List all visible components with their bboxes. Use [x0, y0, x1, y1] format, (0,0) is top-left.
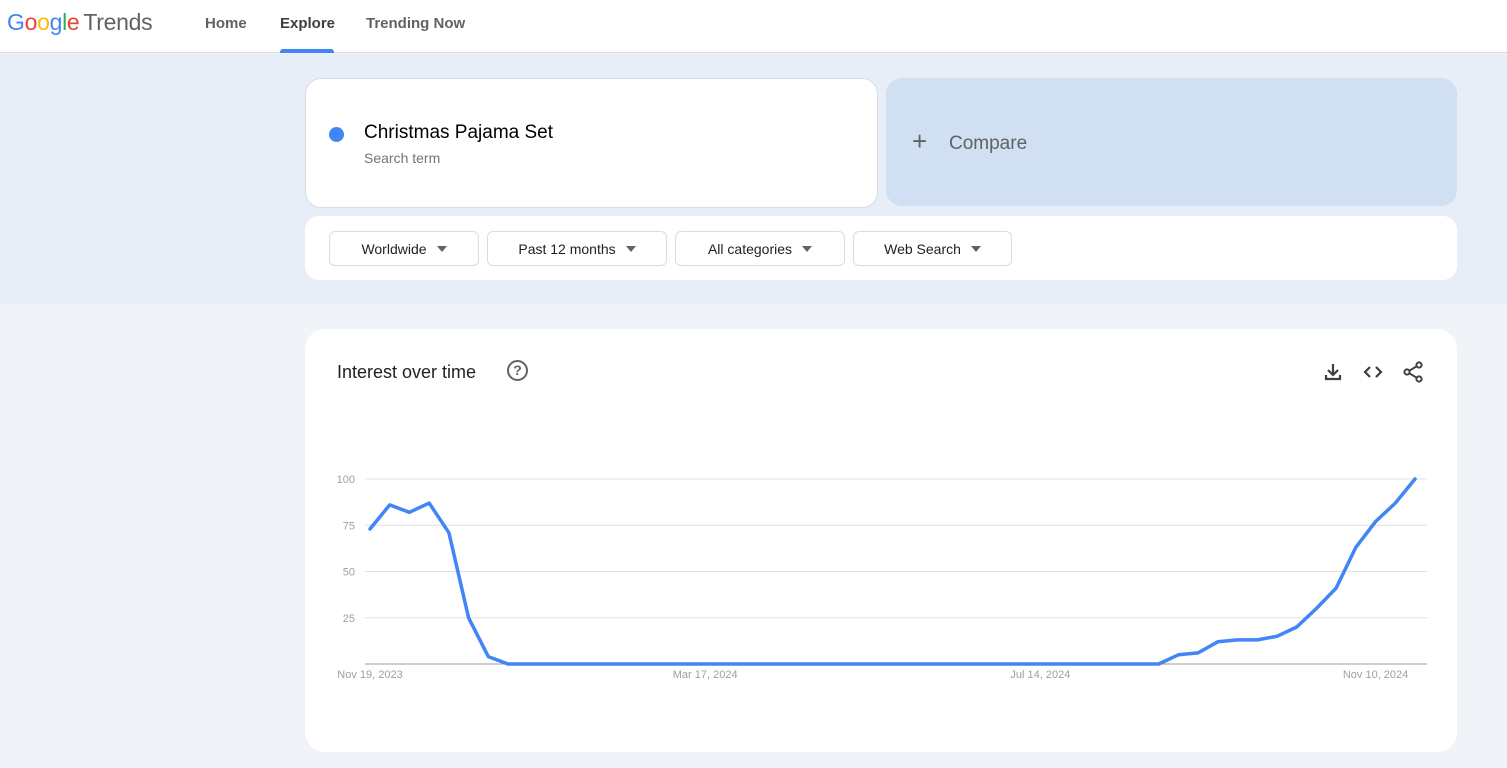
data-point[interactable] — [936, 658, 948, 670]
data-point[interactable] — [837, 658, 849, 670]
data-point[interactable] — [660, 658, 672, 670]
data-point[interactable] — [699, 658, 711, 670]
data-point[interactable] — [1015, 658, 1027, 670]
data-point[interactable] — [1212, 636, 1224, 648]
data-point[interactable] — [364, 523, 376, 535]
logo-letter: o — [37, 9, 50, 35]
top-header: Google Trends Home Explore Trending Now — [0, 0, 1507, 53]
logo-letter: g — [49, 9, 63, 35]
data-point[interactable] — [798, 658, 810, 670]
x-tick-label: Mar 17, 2024 — [673, 669, 738, 681]
filter-search-type[interactable]: Web Search — [853, 231, 1012, 266]
data-point[interactable] — [995, 658, 1007, 670]
data-point[interactable] — [1310, 603, 1322, 615]
x-tick-label: Jul 14, 2024 — [1010, 669, 1070, 681]
y-tick-label: 50 — [343, 567, 355, 579]
google-trends-logo[interactable]: Google Trends — [7, 9, 153, 36]
data-point[interactable] — [896, 658, 908, 670]
data-point[interactable] — [857, 658, 869, 670]
data-point[interactable] — [601, 658, 613, 670]
filter-category-label: All categories — [707, 240, 793, 257]
nav-trending-now[interactable]: Trending Now — [366, 0, 465, 53]
data-point[interactable] — [384, 499, 396, 511]
data-point[interactable] — [1192, 647, 1204, 659]
logo-letter: o — [24, 9, 38, 35]
data-point[interactable] — [916, 658, 928, 670]
plus-icon: + — [912, 126, 928, 156]
interest-line-chart: 25 50 75 100 Nov 19, 2023 Mar 17, 2024 Jul 14… — [337, 473, 1427, 681]
data-point[interactable] — [463, 612, 475, 624]
x-tick-label: Nov 19, 2023 — [337, 669, 402, 681]
logo-letter: G — [7, 9, 25, 35]
data-point[interactable] — [620, 658, 632, 670]
data-point[interactable] — [679, 658, 691, 670]
term-color-dot — [329, 127, 344, 142]
filter-location-label: Worldwide — [361, 240, 427, 257]
data-point[interactable] — [1350, 541, 1362, 553]
filter-location[interactable]: Worldwide — [329, 231, 479, 266]
y-tick-label: 25 — [343, 613, 355, 625]
data-point[interactable] — [1172, 649, 1184, 661]
data-point[interactable] — [1409, 473, 1421, 485]
data-point[interactable] — [423, 497, 435, 509]
data-point[interactable] — [719, 658, 731, 670]
data-point[interactable] — [758, 658, 770, 670]
data-point[interactable] — [1330, 582, 1342, 594]
y-tick-label: 100 — [337, 474, 355, 486]
compare-label: Compare — [949, 133, 1028, 154]
filter-bar: Worldwide Past 12 months All categories … — [305, 216, 1457, 280]
data-point[interactable] — [1054, 658, 1066, 670]
search-term-name: Christmas Pajama Set — [364, 122, 554, 143]
data-point[interactable] — [778, 658, 790, 670]
data-point[interactable] — [1113, 658, 1125, 670]
data-point[interactable] — [1251, 634, 1263, 646]
search-term-card[interactable]: Christmas Pajama Set Search term — [305, 78, 878, 208]
filter-time-range[interactable]: Past 12 months — [487, 231, 667, 266]
interest-over-time-card: Interest over time ? 25 50 75 100 Nov 19, 2… — [305, 329, 1457, 752]
data-point[interactable] — [1153, 658, 1165, 670]
data-point[interactable] — [502, 658, 514, 670]
data-point[interactable] — [1133, 658, 1145, 670]
filter-search-type-label: Web Search — [884, 240, 961, 257]
data-point[interactable] — [1074, 658, 1086, 670]
data-point[interactable] — [739, 658, 751, 670]
dropdown-caret-icon — [802, 245, 813, 252]
data-point[interactable] — [817, 658, 829, 670]
logo-product-name: Trends — [83, 9, 153, 35]
data-point[interactable] — [403, 506, 415, 518]
data-point[interactable] — [1232, 634, 1244, 646]
data-point[interactable] — [1094, 658, 1106, 670]
dropdown-caret-icon — [625, 245, 636, 252]
x-tick-label: Nov 10, 2024 — [1343, 669, 1408, 681]
data-point[interactable] — [956, 658, 968, 670]
y-tick-label: 75 — [343, 520, 355, 532]
data-point[interactable] — [975, 658, 987, 670]
data-point[interactable] — [482, 651, 494, 663]
filter-time-range-label: Past 12 months — [518, 240, 616, 257]
dropdown-caret-icon — [436, 245, 447, 252]
data-point[interactable] — [581, 658, 593, 670]
data-point[interactable] — [877, 658, 889, 670]
logo-letter: e — [66, 9, 80, 35]
nav-home[interactable]: Home — [205, 0, 247, 53]
dropdown-caret-icon — [970, 245, 981, 252]
compare-button[interactable]: + Compare — [886, 78, 1457, 206]
nav-explore[interactable]: Explore — [280, 0, 335, 53]
data-point[interactable] — [1389, 497, 1401, 509]
data-point[interactable] — [443, 527, 455, 539]
data-point[interactable] — [522, 658, 534, 670]
filter-category[interactable]: All categories — [675, 231, 845, 266]
data-point[interactable] — [561, 658, 573, 670]
data-point[interactable] — [1034, 658, 1046, 670]
data-point[interactable] — [1291, 621, 1303, 633]
data-point[interactable] — [1370, 516, 1382, 528]
data-point[interactable] — [640, 658, 652, 670]
data-point[interactable] — [541, 658, 553, 670]
search-term-type: Search term — [364, 150, 441, 166]
data-point[interactable] — [1271, 630, 1283, 642]
